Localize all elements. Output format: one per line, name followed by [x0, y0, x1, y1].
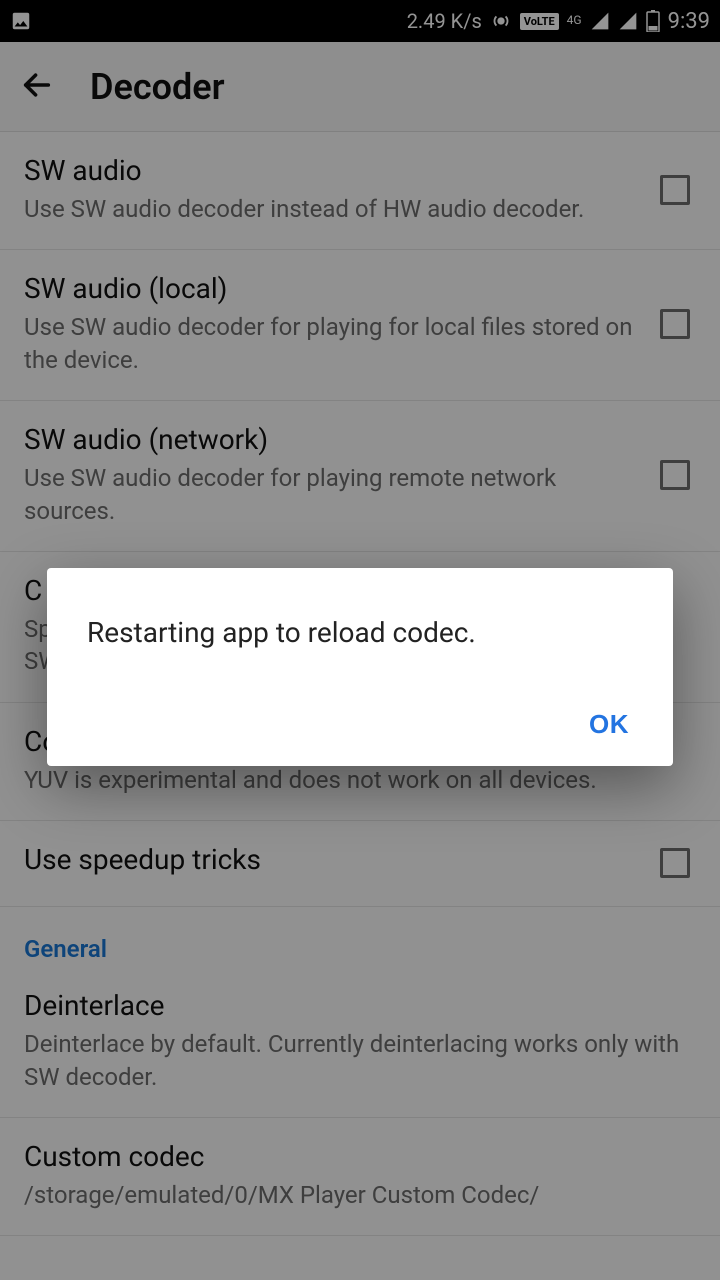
dialog-message: Restarting app to reload codec.	[87, 592, 653, 709]
restart-dialog: Restarting app to reload codec. OK	[47, 568, 673, 766]
ok-button[interactable]: OK	[589, 709, 629, 740]
